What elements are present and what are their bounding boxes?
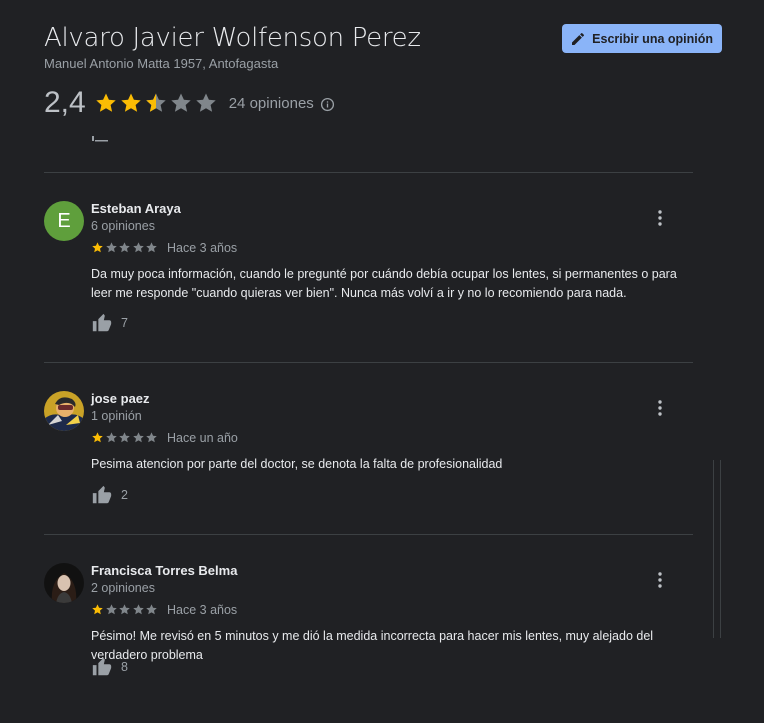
- thumbs-up-icon: [92, 313, 112, 332]
- star-empty-icon: [146, 604, 157, 615]
- sort-icon[interactable]: [92, 136, 110, 142]
- avatar[interactable]: [44, 391, 84, 431]
- reviewer-name[interactable]: Esteban Araya: [91, 201, 181, 216]
- star-empty-icon: [132, 604, 144, 615]
- review-text: Pesima atencion por parte del doctor, se…: [91, 457, 503, 471]
- profile-photo-icon: [44, 563, 84, 603]
- write-review-label: Escribir una opinión: [592, 31, 713, 46]
- star-empty-icon: [132, 432, 144, 443]
- review-time: Hace un año: [167, 431, 238, 445]
- star-filled-icon: [92, 604, 103, 615]
- star-empty-icon: [105, 604, 117, 615]
- scrollbar[interactable]: [713, 460, 721, 638]
- more-options-icon[interactable]: [654, 399, 666, 417]
- star-empty-icon: [119, 604, 130, 615]
- review-count[interactable]: 24 opiniones: [229, 95, 314, 112]
- review-stars: [91, 241, 159, 254]
- place-header: Alvaro Javier Wolfenson Perez Manuel Ant…: [44, 22, 724, 71]
- review-card: E Esteban Araya 6 opiniones Hace 3 años …: [44, 172, 693, 362]
- more-options-icon[interactable]: [654, 571, 666, 589]
- review-card: jose paez 1 opinión Hace un año Pesima a…: [44, 362, 693, 534]
- reviewer-review-count: 1 opinión: [91, 409, 142, 423]
- like-button[interactable]: 8: [91, 656, 128, 678]
- rating-stars: [94, 91, 219, 115]
- avatar[interactable]: [44, 563, 84, 603]
- business-address: Manuel Antonio Matta 1957, Antofagasta: [44, 56, 279, 71]
- like-button[interactable]: 7: [91, 312, 128, 334]
- like-button[interactable]: 2: [91, 484, 128, 506]
- star-empty-icon: [105, 242, 117, 253]
- reviewer-review-count: 2 opiniones: [91, 581, 155, 595]
- star-empty-icon: [196, 93, 216, 112]
- star-empty-icon: [105, 432, 117, 443]
- review-stars: [91, 431, 159, 444]
- reviewer-review-count: 6 opiniones: [91, 219, 155, 233]
- star-filled-icon: [92, 242, 103, 253]
- star-empty-icon: [146, 432, 157, 443]
- reviewer-name[interactable]: Francisca Torres Belma: [91, 563, 237, 578]
- review-text: Da muy poca información, cuando le pregu…: [91, 267, 677, 300]
- pencil-icon: [572, 32, 585, 45]
- star-filled-icon: [96, 93, 116, 112]
- review-text: Pésimo! Me revisó en 5 minutos y me dió …: [91, 629, 654, 662]
- star-empty-icon: [119, 242, 130, 253]
- info-icon[interactable]: [320, 97, 335, 112]
- rating-value: 2,4: [44, 86, 86, 119]
- star-empty-icon: [132, 242, 144, 253]
- review-stars: [91, 603, 159, 616]
- more-options-icon[interactable]: [654, 209, 666, 227]
- star-filled-icon: [92, 432, 103, 443]
- review-time: Hace 3 años: [167, 241, 238, 255]
- scrollbar-thumb[interactable]: [714, 460, 720, 638]
- like-count: 8: [121, 660, 128, 674]
- star-half-icon: [146, 93, 166, 112]
- review-time: Hace 3 años: [167, 603, 238, 617]
- star-empty-icon: [119, 432, 130, 443]
- thumbs-up-icon: [92, 657, 112, 676]
- thumbs-up-icon: [92, 485, 112, 504]
- reviews-list: E Esteban Araya 6 opiniones Hace 3 años …: [44, 172, 693, 714]
- avatar[interactable]: E: [44, 201, 84, 241]
- star-empty-icon: [146, 242, 157, 253]
- write-review-button[interactable]: Escribir una opinión: [562, 24, 722, 53]
- rating-summary: 2,4 24 opiniones: [44, 86, 335, 120]
- cartoon-avatar-icon: [44, 391, 84, 431]
- star-filled-icon: [121, 93, 141, 112]
- like-count: 2: [121, 488, 128, 502]
- reviewer-name[interactable]: jose paez: [91, 391, 150, 406]
- review-card: Francisca Torres Belma 2 opiniones Hace …: [44, 534, 693, 714]
- like-count: 7: [121, 316, 128, 330]
- star-empty-icon: [171, 93, 191, 112]
